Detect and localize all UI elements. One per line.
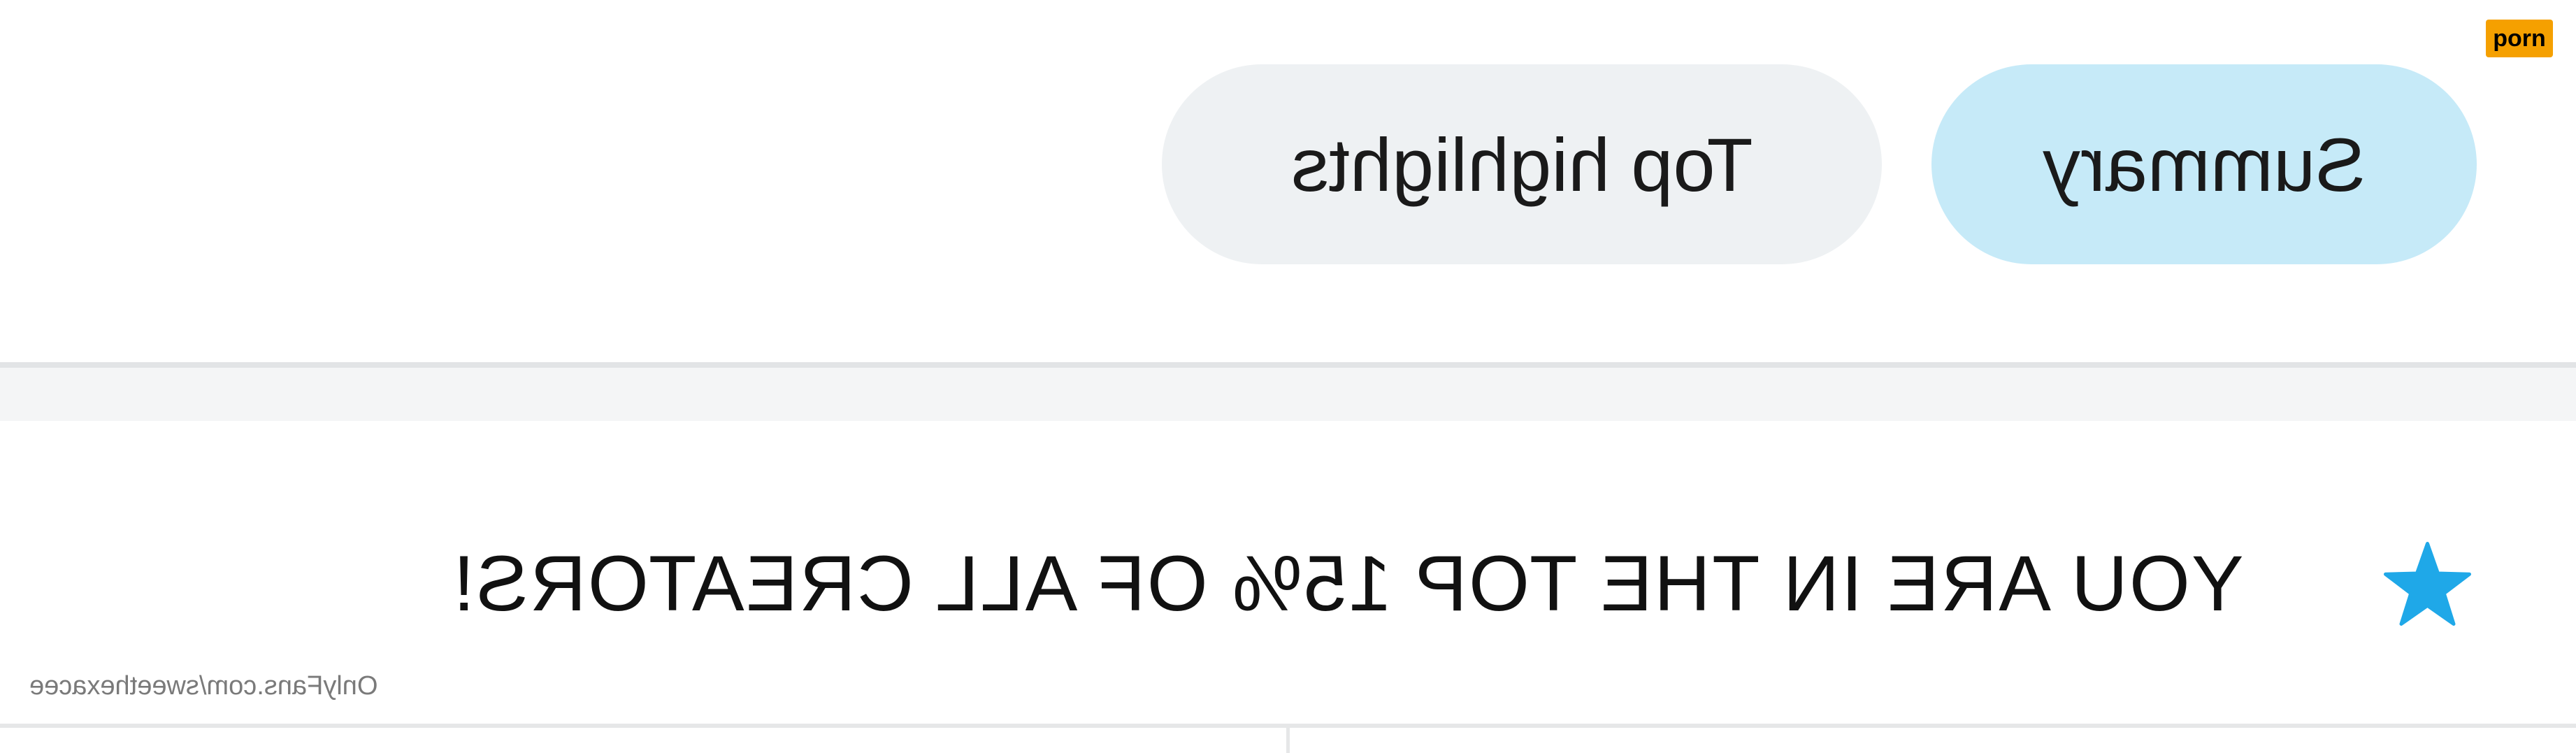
section-spacer bbox=[0, 368, 2576, 421]
tab-top-highlights-label: Top highlights bbox=[1290, 122, 1753, 207]
tab-bar: Top highlights Summary bbox=[0, 64, 2576, 264]
column-divider bbox=[1286, 728, 1290, 753]
tab-summary[interactable]: Summary bbox=[1931, 64, 2477, 264]
tab-top-highlights[interactable]: Top highlights bbox=[1162, 64, 1882, 264]
page: porn Top highlights Summary YOU ARE IN T… bbox=[0, 0, 2576, 753]
watermark-badge: porn bbox=[2486, 20, 2553, 57]
section-divider bbox=[0, 362, 2576, 368]
source-watermark-text: OnlyFans.com/sweethexacee bbox=[29, 671, 378, 701]
watermark-badge-label: porn bbox=[2493, 25, 2546, 52]
star-icon bbox=[2384, 542, 2471, 626]
source-watermark: OnlyFans.com/sweethexacee bbox=[29, 671, 377, 701]
achievement-banner: YOU ARE IN THE TOP 15% OF ALL CREATORS! bbox=[452, 517, 2510, 643]
achievement-text: YOU ARE IN THE TOP 15% OF ALL CREATORS! bbox=[452, 540, 2244, 627]
tab-summary-label: Summary bbox=[2042, 122, 2366, 207]
